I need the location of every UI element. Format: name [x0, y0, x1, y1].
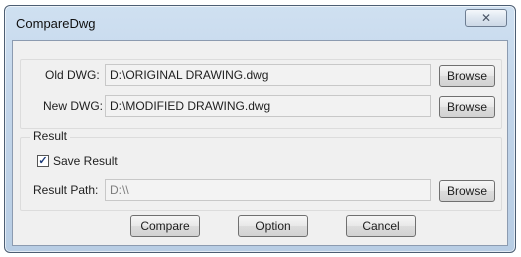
save-result-checkbox[interactable]: ✓: [37, 155, 49, 167]
save-result-label[interactable]: Save Result: [53, 154, 118, 168]
title-bar[interactable]: CompareDwg ✕: [5, 6, 515, 40]
old-dwg-browse-button[interactable]: Browse: [439, 65, 495, 87]
option-button[interactable]: Option: [238, 215, 308, 237]
dialog-title: CompareDwg: [16, 16, 96, 31]
cancel-button[interactable]: Cancel: [346, 215, 416, 237]
result-group: Result ✓ Save Result Result Path: D:\\ B…: [20, 129, 502, 211]
new-dwg-label: New DWG:: [43, 99, 103, 113]
old-dwg-input[interactable]: D:\ORIGINAL DRAWING.dwg: [105, 64, 431, 86]
new-dwg-input[interactable]: D:\MODIFIED DRAWING.dwg: [105, 95, 431, 117]
close-button[interactable]: ✕: [465, 9, 507, 27]
result-path-label: Result Path:: [33, 183, 99, 197]
checkmark-icon: ✓: [38, 154, 48, 167]
compare-button[interactable]: Compare: [130, 215, 200, 237]
new-dwg-browse-button[interactable]: Browse: [439, 96, 495, 118]
result-path-input[interactable]: D:\\: [105, 179, 431, 201]
old-dwg-label: Old DWG:: [45, 68, 100, 82]
dwg-files-group: Old DWG: D:\ORIGINAL DRAWING.dwg Browse …: [20, 59, 502, 129]
dialog-body: Old DWG: D:\ORIGINAL DRAWING.dwg Browse …: [12, 40, 508, 246]
result-path-browse-button[interactable]: Browse: [439, 180, 495, 202]
result-group-label: Result: [30, 129, 71, 143]
close-icon: ✕: [480, 11, 492, 25]
comparedwg-dialog: CompareDwg ✕ Old DWG: D:\ORIGINAL DRAWIN…: [4, 5, 516, 253]
